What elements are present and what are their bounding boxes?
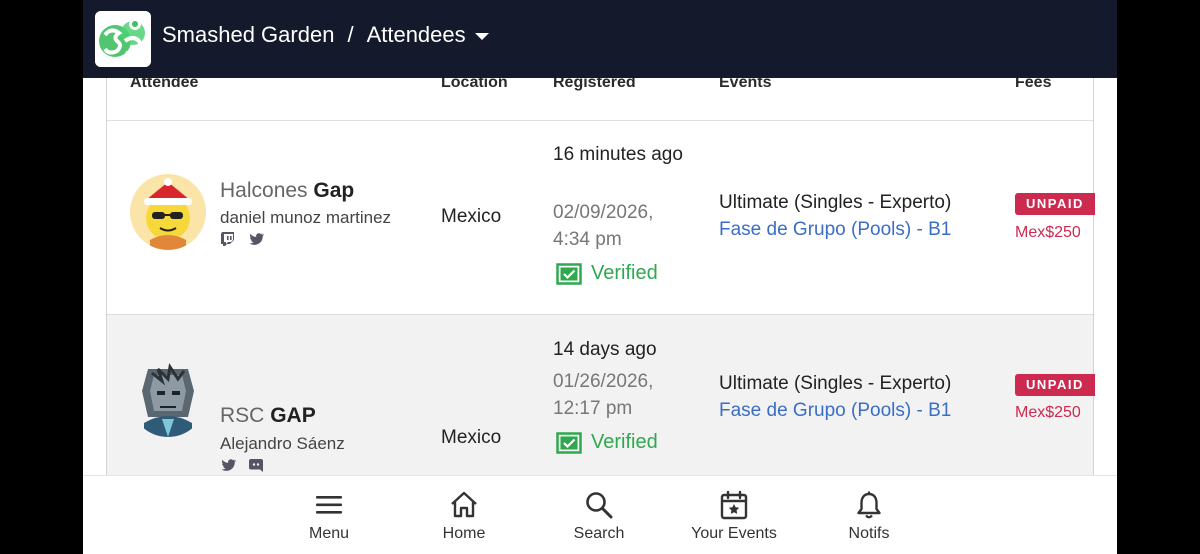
event-name: Ultimate (Singles - Experto) — [719, 373, 952, 394]
registered-relative: 14 days ago — [553, 339, 657, 360]
nav-notifs[interactable]: Notifs — [814, 476, 924, 543]
event-name: Ultimate (Singles - Experto) — [719, 192, 952, 213]
registered-relative: 16 minutes ago — [553, 144, 683, 165]
verified-label: Verified — [591, 262, 658, 284]
sponsor-prefix: RSC — [220, 404, 265, 427]
payment-status-badge: UNPAID — [1015, 374, 1095, 396]
registered-datetime: 01/26/2026, 12:17 pm — [553, 368, 693, 422]
verified-status: Verified — [556, 262, 658, 285]
event-phase-link[interactable]: Fase de Grupo (Pools) - B1 — [719, 400, 951, 422]
nav-label: Home — [442, 525, 486, 542]
fee-amount: Mex$250 — [1015, 224, 1081, 241]
registered-datetime: 02/09/2026, 4:34 pm — [553, 199, 693, 253]
discord-icon[interactable] — [248, 457, 264, 473]
chevron-down-icon[interactable] — [474, 33, 489, 40]
breadcrumb-section[interactable]: Attendees — [367, 22, 466, 48]
gamertag: GAP — [270, 404, 316, 427]
menu-icon — [316, 496, 342, 514]
verified-check-icon — [556, 431, 582, 454]
nav-label: Search — [573, 525, 625, 542]
registered-time: 12:17 pm — [553, 398, 633, 419]
bell-icon — [857, 491, 881, 519]
avatar[interactable] — [130, 174, 206, 250]
twitter-icon[interactable] — [248, 231, 264, 247]
breadcrumb-separator: / — [347, 22, 354, 47]
attendee-real-name: Alejandro Sáenz — [220, 434, 345, 453]
attendee-real-name: daniel munoz martinez — [220, 208, 392, 227]
attendee-gamertag[interactable]: RSC GAP — [220, 404, 316, 428]
fee-amount: Mex$250 — [1015, 404, 1081, 421]
home-icon — [451, 491, 477, 518]
breadcrumb: Smashed Garden / Attendees — [162, 22, 489, 48]
org-logo[interactable] — [95, 11, 151, 67]
breadcrumb-org[interactable]: Smashed Garden — [162, 22, 334, 48]
nav-label: Menu — [308, 525, 350, 542]
twitter-icon[interactable] — [220, 457, 236, 473]
top-bar: Smashed Garden / Attendees — [83, 0, 1117, 78]
attendee-gamertag[interactable]: Halcones Gap — [220, 179, 354, 203]
twitch-icon[interactable] — [220, 231, 236, 247]
table-row[interactable]: Halcones Gap daniel munoz martinez Mexic… — [107, 121, 1095, 315]
gamertag: Gap — [313, 179, 355, 202]
nav-search[interactable]: Search — [544, 476, 654, 543]
search-icon — [586, 492, 613, 519]
event-phase-link[interactable]: Fase de Grupo (Pools) - B1 — [719, 219, 951, 241]
calendar-star-icon — [720, 490, 748, 520]
payment-status-badge: UNPAID — [1015, 193, 1095, 215]
social-links — [220, 457, 264, 473]
registered-date: 01/26/2026, — [553, 371, 654, 392]
attendee-location: Mexico — [441, 206, 502, 227]
sponsor-prefix: Halcones — [220, 179, 308, 202]
avatar[interactable] — [130, 361, 206, 437]
registered-date: 02/09/2026, — [553, 202, 654, 223]
verified-status: Verified — [556, 431, 658, 454]
bottom-nav: Menu Home Search Your Events Notifs — [83, 475, 1117, 554]
nav-label: Notifs — [848, 525, 890, 542]
nav-menu[interactable]: Menu — [274, 476, 384, 543]
app-screen: Smashed Garden / Attendees Attendee Loca… — [83, 0, 1117, 554]
nav-your-events[interactable]: Your Events — [679, 476, 789, 543]
attendee-location: Mexico — [441, 427, 502, 448]
social-links — [220, 231, 264, 247]
nav-label: Your Events — [691, 525, 777, 542]
nav-home[interactable]: Home — [409, 476, 519, 543]
verified-label: Verified — [591, 431, 658, 453]
registered-time: 4:34 pm — [553, 229, 622, 250]
verified-check-icon — [556, 262, 582, 285]
